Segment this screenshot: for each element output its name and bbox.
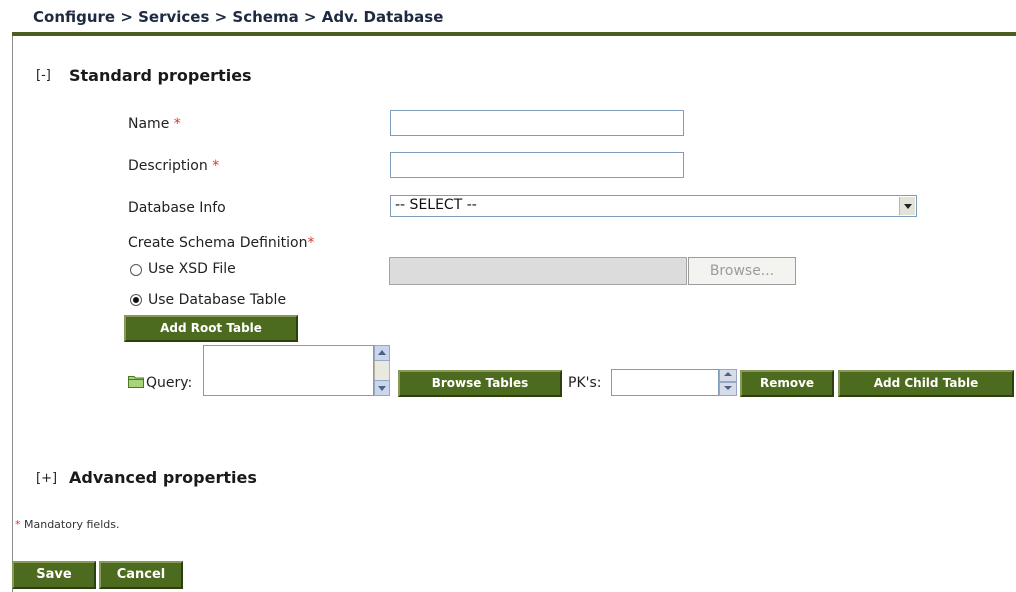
add-child-table-button[interactable]: Add Child Table (838, 370, 1014, 397)
database-info-select[interactable]: -- SELECT -- (390, 195, 917, 217)
save-button[interactable]: Save (12, 561, 96, 589)
database-info-selected: -- SELECT -- (395, 197, 477, 213)
create-schema-label: Create Schema Definition* (128, 235, 315, 251)
query-textarea[interactable] (203, 345, 374, 396)
use-database-table-label: Use Database Table (148, 292, 287, 308)
pks-label: PK's: (568, 375, 602, 391)
folder-icon (128, 376, 144, 388)
xsd-file-path-field (389, 257, 687, 285)
query-label: Query: (146, 375, 193, 391)
arrow-up-icon[interactable] (374, 345, 390, 361)
spin-up-icon[interactable] (719, 369, 737, 382)
name-required-mark: * (173, 116, 181, 132)
cancel-button[interactable]: Cancel (99, 561, 183, 589)
add-root-table-button[interactable]: Add Root Table (124, 315, 298, 342)
standard-properties-title: Standard properties (69, 66, 252, 85)
pks-field[interactable] (611, 369, 719, 396)
breadcrumb: Configure > Services > Schema > Adv. Dat… (33, 8, 444, 26)
spin-down-icon[interactable] (719, 382, 737, 396)
description-label-text: Description (128, 158, 208, 174)
description-label: Description * (128, 158, 219, 174)
name-field[interactable] (390, 110, 684, 136)
use-xsd-radio[interactable] (130, 264, 142, 276)
create-schema-label-text: Create Schema Definition (128, 235, 308, 251)
standard-properties-toggle[interactable]: [-] (36, 68, 51, 83)
advanced-properties-title: Advanced properties (69, 468, 257, 487)
description-field[interactable] (390, 152, 684, 178)
name-label-text: Name (128, 116, 170, 132)
advanced-properties-toggle[interactable]: [+] (36, 471, 57, 486)
use-xsd-label: Use XSD File (148, 261, 236, 277)
header-divider (12, 32, 1016, 36)
use-database-table-radio[interactable] (130, 294, 142, 306)
query-scrollbar[interactable] (374, 345, 390, 396)
mandatory-fields-text: Mandatory fields. (20, 518, 120, 531)
pks-spinner[interactable] (719, 369, 737, 396)
left-border (12, 36, 13, 592)
chevron-down-icon[interactable] (899, 197, 915, 215)
browse-button: Browse... (688, 257, 796, 285)
arrow-down-icon[interactable] (374, 380, 390, 396)
create-schema-required-mark: * (307, 235, 315, 251)
mandatory-fields-note: * Mandatory fields. (15, 518, 119, 531)
database-info-label: Database Info (128, 200, 226, 216)
name-label: Name * (128, 116, 181, 132)
browse-tables-button[interactable]: Browse Tables (398, 370, 562, 397)
description-required-mark: * (212, 158, 220, 174)
remove-button[interactable]: Remove (740, 370, 834, 397)
